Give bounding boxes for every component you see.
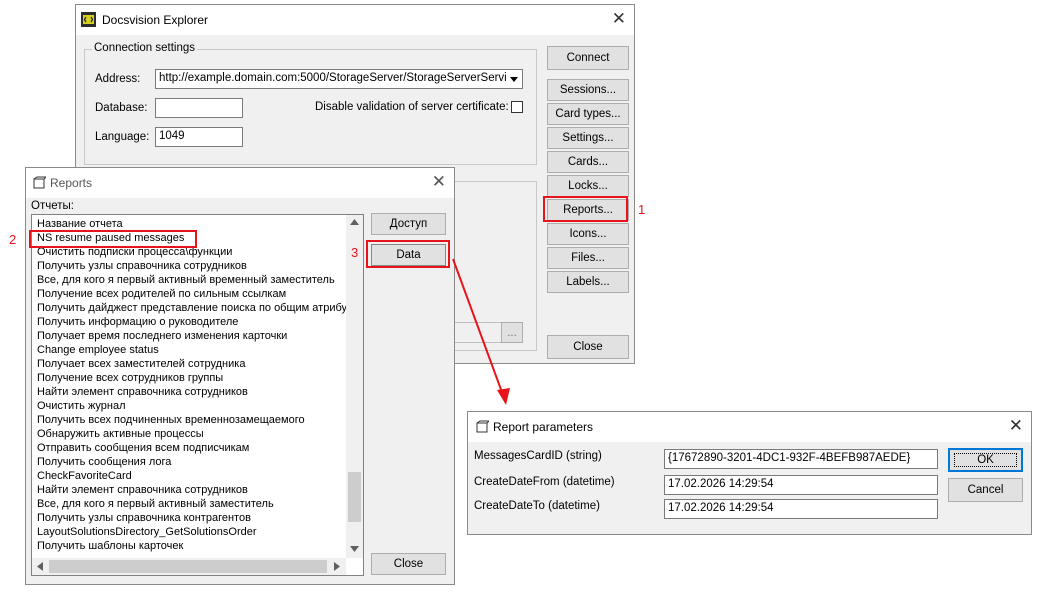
- list-item[interactable]: Получить всех подчиненных временнозамеща…: [37, 413, 305, 427]
- window-icon: [33, 176, 46, 189]
- browse-button[interactable]: ...: [501, 322, 523, 343]
- param-value-messages-card-id: {17672890-3201-4DC1-932F-4BEFB987AEDE}: [668, 452, 911, 464]
- address-value: http://example.domain.com:5000/StorageSe…: [159, 72, 523, 84]
- close-icon[interactable]: ✕: [612, 9, 626, 29]
- close-icon[interactable]: ✕: [1009, 416, 1023, 436]
- list-item[interactable]: Получение всех сотрудников группы: [37, 371, 223, 385]
- list-item[interactable]: Все, для кого я первый активный заместит…: [37, 497, 274, 511]
- highlight-ns-resume-item: [29, 230, 197, 248]
- list-item[interactable]: Получает всех заместителей сотрудника: [37, 357, 245, 371]
- window-icon: [476, 420, 489, 433]
- ok-button-label: OK: [954, 453, 1017, 467]
- list-item[interactable]: Найти элемент справочника сотрудников: [37, 385, 248, 399]
- list-item[interactable]: Очистить журнал: [37, 399, 126, 413]
- explorer-title: Docsvision Explorer: [102, 13, 209, 27]
- language-value: 1049: [159, 130, 185, 142]
- report-parameters-window: Report parameters ✕ MessagesCardID (stri…: [467, 411, 1032, 535]
- list-item[interactable]: Получить сообщения лога: [37, 455, 171, 469]
- report-parameters-title: Report parameters: [493, 420, 594, 434]
- path-input[interactable]: [454, 322, 506, 343]
- horizontal-scrollbar[interactable]: [32, 558, 346, 575]
- list-item[interactable]: Название отчета: [37, 217, 123, 231]
- report-parameters-titlebar: Report parameters ✕: [468, 412, 1031, 442]
- param-input-create-date-to[interactable]: 17.02.2026 14:29:54: [664, 499, 938, 519]
- disable-validation-label: Disable validation of server certificate…: [315, 101, 509, 113]
- close-icon[interactable]: ✕: [432, 172, 446, 192]
- connect-button[interactable]: Connect: [547, 46, 629, 70]
- annotation-number-1: 1: [638, 202, 646, 217]
- highlight-reports-button: [543, 196, 628, 222]
- param-label-create-date-from: CreateDateFrom (datetime): [474, 476, 615, 488]
- card-types-button[interactable]: Card types...: [547, 103, 629, 125]
- list-item[interactable]: Найти элемент справочника сотрудников: [37, 483, 248, 497]
- param-label-create-date-to: CreateDateTo (datetime): [474, 500, 600, 512]
- scroll-up-icon[interactable]: [350, 219, 359, 225]
- param-label-messages-card-id: MessagesCardID (string): [474, 450, 602, 462]
- list-item[interactable]: Получает время последнего изменения карт…: [37, 329, 287, 343]
- settings-button[interactable]: Settings...: [547, 127, 629, 149]
- database-input[interactable]: [155, 98, 243, 118]
- reports-listbox[interactable]: Название отчета NS resume paused messages…: [31, 214, 364, 576]
- list-item[interactable]: Получить шаблоны карточек: [37, 539, 183, 553]
- disable-validation-checkbox[interactable]: [511, 101, 523, 113]
- param-input-create-date-from[interactable]: 17.02.2026 14:29:54: [664, 475, 938, 495]
- address-combobox[interactable]: http://example.domain.com:5000/StorageSe…: [155, 69, 523, 89]
- cancel-button[interactable]: Cancel: [948, 478, 1023, 502]
- address-label: Address:: [95, 73, 141, 85]
- list-item[interactable]: Отправить сообщения всем подписчикам: [37, 441, 249, 455]
- explorer-titlebar: Docsvision Explorer ✕: [76, 5, 634, 35]
- explorer-close-button[interactable]: Close: [547, 335, 629, 359]
- reports-close-button[interactable]: Close: [371, 553, 446, 575]
- list-item[interactable]: CheckFavoriteCard: [37, 469, 132, 483]
- icons-button[interactable]: Icons...: [547, 223, 629, 245]
- list-item[interactable]: Обнаружить активные процессы: [37, 427, 204, 441]
- cards-button[interactable]: Cards...: [547, 151, 629, 173]
- list-item[interactable]: Получить узлы справочника сотрудников: [37, 259, 247, 273]
- labels-button[interactable]: Labels...: [547, 271, 629, 293]
- scroll-left-icon[interactable]: [37, 562, 43, 571]
- list-item[interactable]: Получить информацию о руководителе: [37, 315, 238, 329]
- highlight-data-button: [366, 240, 450, 268]
- vertical-scroll-thumb[interactable]: [348, 472, 361, 522]
- connection-settings-label: Connection settings: [92, 42, 198, 54]
- ok-button[interactable]: OK: [948, 448, 1023, 472]
- param-value-create-date-from: 17.02.2026 14:29:54: [668, 478, 774, 490]
- annotation-number-2: 2: [9, 232, 17, 247]
- list-item[interactable]: Все, для кого я первый активный временны…: [37, 273, 335, 287]
- access-button[interactable]: Доступ: [371, 213, 446, 235]
- files-button[interactable]: Files...: [547, 247, 629, 269]
- vertical-scrollbar[interactable]: [346, 215, 363, 558]
- locks-button[interactable]: Locks...: [547, 175, 629, 197]
- list-item[interactable]: Получить дайджест представление поиска п…: [37, 301, 352, 315]
- list-item[interactable]: Change employee status: [37, 343, 159, 357]
- database-label: Database:: [95, 102, 148, 114]
- list-item[interactable]: LayoutSolutionsDirectory_GetSolutionsOrd…: [37, 525, 257, 539]
- reports-titlebar: Reports ✕: [26, 168, 454, 198]
- address-dropdown-button[interactable]: [506, 70, 522, 88]
- horizontal-scroll-thumb[interactable]: [49, 560, 327, 573]
- scroll-right-icon[interactable]: [334, 562, 340, 571]
- language-input[interactable]: 1049: [155, 127, 243, 147]
- param-input-messages-card-id[interactable]: {17672890-3201-4DC1-932F-4BEFB987AEDE}: [664, 449, 938, 469]
- list-item[interactable]: Получить узлы справочника контрагентов: [37, 511, 251, 525]
- annotation-number-3: 3: [351, 245, 359, 260]
- chevron-down-icon: [510, 76, 518, 82]
- sessions-button[interactable]: Sessions...: [547, 79, 629, 101]
- reports-title: Reports: [50, 176, 93, 190]
- app-icon: [81, 12, 96, 27]
- param-value-create-date-to: 17.02.2026 14:29:54: [668, 502, 774, 514]
- reports-list-label: Отчеты:: [31, 200, 74, 212]
- list-item[interactable]: Получение всех родителей по сильным ссыл…: [37, 287, 286, 301]
- language-label: Language:: [95, 131, 150, 143]
- scroll-down-icon[interactable]: [350, 546, 359, 552]
